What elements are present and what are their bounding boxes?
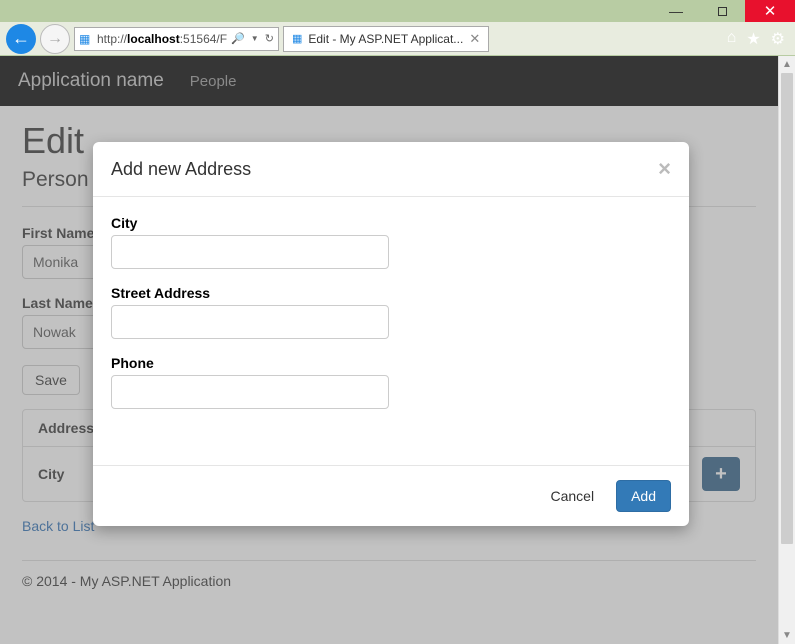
browser-tab[interactable]: ▦ Edit - My ASP.NET Applicat... ✕ xyxy=(283,26,489,52)
phone-input[interactable] xyxy=(111,375,389,409)
address-bar[interactable]: ▦ http://localhost:51564/F 🔎 ▼ ↻ xyxy=(74,27,279,51)
arrow-right-icon: → xyxy=(47,30,63,48)
street-input[interactable] xyxy=(111,305,389,339)
cancel-button[interactable]: Cancel xyxy=(536,480,608,512)
page-icon: ▦ xyxy=(79,32,93,46)
street-label: Street Address xyxy=(111,285,671,301)
scroll-up-icon[interactable]: ▲ xyxy=(779,56,795,73)
search-dropdown-icon[interactable]: 🔎 xyxy=(231,32,245,45)
maximize-button[interactable] xyxy=(699,0,745,22)
refresh-icon[interactable]: ↻ xyxy=(265,32,274,45)
scroll-thumb[interactable] xyxy=(781,73,793,544)
tab-close-icon[interactable]: ✕ xyxy=(469,31,480,47)
minimize-button[interactable]: — xyxy=(653,0,699,22)
add-button-label: Add xyxy=(631,488,656,504)
scroll-down-icon[interactable]: ▼ xyxy=(779,627,795,644)
modal-close-button[interactable]: × xyxy=(658,158,671,180)
vertical-scrollbar[interactable]: ▲ ▼ xyxy=(778,56,795,644)
add-address-modal: Add new Address × City Street Address Ph… xyxy=(93,142,689,526)
window-titlebar: — ✕ xyxy=(0,0,795,22)
modal-title: Add new Address xyxy=(111,159,251,180)
forward-button[interactable]: → xyxy=(40,24,70,54)
cancel-button-label: Cancel xyxy=(550,488,594,504)
add-button[interactable]: Add xyxy=(616,480,671,512)
dropdown-icon[interactable]: ▼ xyxy=(251,34,259,43)
browser-toolbar: ← → ▦ http://localhost:51564/F 🔎 ▼ ↻ ▦ E… xyxy=(0,22,795,56)
back-button[interactable]: ← xyxy=(6,24,36,54)
scroll-track[interactable] xyxy=(779,73,795,627)
city-label: City xyxy=(111,215,671,231)
city-input[interactable] xyxy=(111,235,389,269)
favorites-icon[interactable]: ★ xyxy=(746,29,760,49)
window-close-button[interactable]: ✕ xyxy=(745,0,795,22)
tab-page-icon: ▦ xyxy=(292,32,302,45)
arrow-left-icon: ← xyxy=(12,28,30,49)
tab-title: Edit - My ASP.NET Applicat... xyxy=(308,32,463,46)
url-text: http://localhost:51564/F xyxy=(97,32,227,46)
settings-gear-icon[interactable]: ⚙ xyxy=(771,29,785,49)
home-icon[interactable]: ⌂ xyxy=(727,29,737,49)
phone-label: Phone xyxy=(111,355,671,371)
